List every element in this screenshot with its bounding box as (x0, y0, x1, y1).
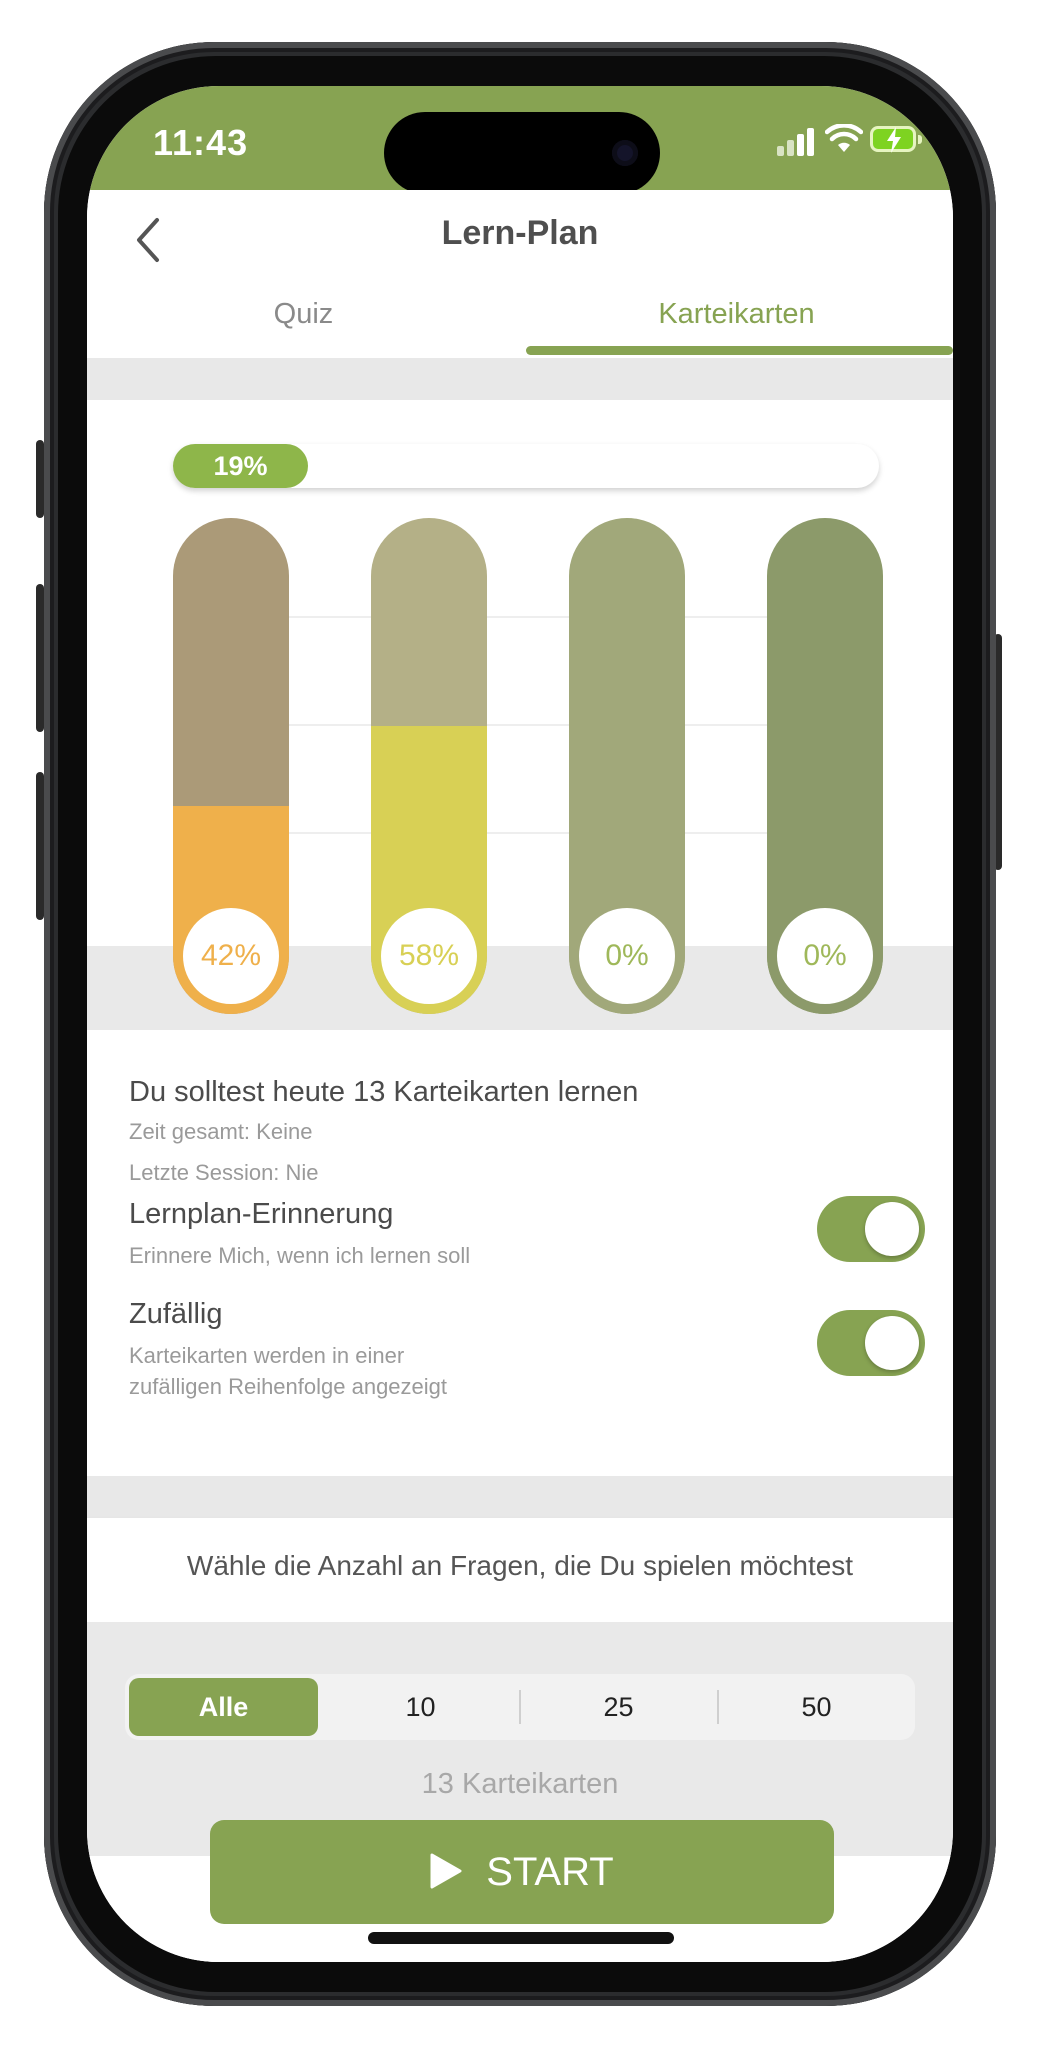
question-count-text: Wähle die Anzahl an Fragen, die Du spiel… (186, 1550, 854, 1581)
random-toggle[interactable] (817, 1310, 925, 1376)
time-total-text: Zeit gesamt: Keine (129, 1119, 313, 1144)
last-session-text: Letzte Session: Nie (129, 1160, 319, 1185)
toggle-knob (865, 1316, 919, 1370)
question-count-selector: Alle 10 25 50 (125, 1674, 915, 1740)
option-50[interactable]: 50 (718, 1674, 915, 1740)
daily-goal-text: Du solltest heute 13 Karteikarten lernen (129, 1076, 639, 1108)
reminder-subtitle: Erinnere Mich, wenn ich lernen soll (129, 1243, 471, 1268)
plan-info-section: Du solltest heute 13 Karteikarten lernen… (87, 1036, 953, 1476)
section-divider (87, 1476, 953, 1518)
reminder-title: Lernplan-Erinnerung (129, 1198, 394, 1230)
start-button[interactable]: START (210, 1820, 834, 1924)
content-layer: Du solltest heute 13 Karteikarten lernen… (87, 86, 953, 1962)
start-label: START (486, 1850, 614, 1894)
option-10[interactable]: 10 (322, 1674, 519, 1740)
option-25[interactable]: 25 (520, 1674, 717, 1740)
start-button-content: START (210, 1820, 834, 1924)
card-count-text: 13 Karteikarten (421, 1768, 619, 1800)
random-subtitle-line1: Karteikarten werden in einer (129, 1343, 405, 1368)
silent-switch (36, 440, 44, 518)
question-count-prompt: Wähle die Anzahl an Fragen, die Du spiel… (87, 1518, 953, 1622)
play-icon (430, 1853, 462, 1889)
option-alle[interactable]: Alle (129, 1678, 318, 1736)
volume-up-button (36, 584, 44, 732)
volume-down-button (36, 772, 44, 920)
home-indicator[interactable] (368, 1932, 674, 1944)
toggle-knob (865, 1202, 919, 1256)
reminder-toggle[interactable] (817, 1196, 925, 1262)
random-title: Zufällig (129, 1298, 223, 1330)
random-subtitle-line2: zufälligen Reihenfolge angezeigt (129, 1374, 448, 1399)
